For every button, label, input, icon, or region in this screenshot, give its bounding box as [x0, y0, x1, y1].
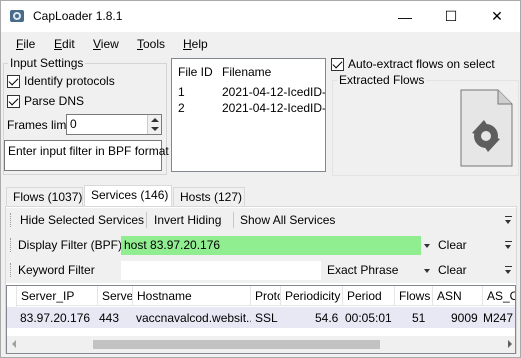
toolbar-grip[interactable] — [10, 238, 13, 252]
scroll-left-icon[interactable] — [12, 340, 16, 348]
window-title: CapLoader 1.8.1 — [33, 9, 123, 23]
horizontal-scrollbar[interactable] — [7, 336, 515, 353]
cell-flows: 51 — [412, 311, 426, 325]
filename-cell[interactable]: 2021-04-12-IcedID-inf — [222, 85, 325, 99]
frames-limit-spin[interactable] — [147, 115, 161, 134]
hide-selected-services-button[interactable]: Hide Selected Services — [20, 213, 144, 227]
invert-hiding-button[interactable]: Invert Hiding — [154, 213, 221, 227]
cell-periodicity: 54.6 — [315, 311, 339, 325]
file-id-cell[interactable]: 2 — [178, 101, 185, 115]
show-all-services-button[interactable]: Show All Services — [240, 213, 335, 227]
auto-extract-label: Auto-extract flows on select — [348, 57, 495, 71]
identify-protocols-checkbox[interactable] — [7, 75, 20, 88]
identify-protocols-label: Identify protocols — [24, 74, 115, 88]
column-header-server-ip[interactable]: Server_IP — [17, 286, 98, 306]
maximize-button[interactable]: ☐ — [428, 1, 474, 32]
cell-server-port: 443 — [99, 311, 120, 325]
menu-file[interactable]: File — [16, 37, 35, 51]
column-header-periodicity[interactable]: Periodicity — [281, 286, 343, 306]
cell-as-org: M247 L — [483, 311, 515, 325]
input-settings-title: Input Settings — [8, 56, 86, 70]
scrollbar-thumb[interactable] — [93, 340, 380, 349]
toolbar-overflow-icon[interactable] — [504, 214, 513, 228]
caploader-app-icon — [10, 10, 24, 22]
maximize-icon: ☐ — [444, 8, 458, 24]
keyword-filter-input[interactable] — [121, 261, 321, 280]
cell-period: 00:05:01 — [345, 311, 392, 325]
display-filter-clear-button[interactable]: Clear — [438, 238, 467, 252]
display-filter-label: Display Filter (BPF) — [18, 238, 123, 252]
filename-header[interactable]: Filename — [222, 65, 271, 79]
toolbar-separator — [146, 212, 147, 228]
tab-flows[interactable]: Flows (1037) — [6, 187, 83, 207]
file-id-cell[interactable]: 1 — [178, 85, 185, 99]
close-icon: ✕ — [491, 8, 503, 24]
spin-up-icon[interactable] — [151, 118, 159, 122]
bpf-filter-input[interactable]: Enter input filter in BPF format — [4, 140, 169, 171]
cell-protocol: SSL — [255, 311, 278, 325]
file-id-header[interactable]: File ID — [178, 65, 213, 79]
keyword-filter-label: Keyword Filter — [18, 263, 95, 277]
display-filter-dropdown-icon[interactable] — [424, 244, 430, 248]
display-filter-toolbar: Display Filter (BPF) host 83.97.20.176 C… — [6, 233, 516, 258]
spin-down-icon[interactable] — [151, 127, 159, 131]
toolbar-grip[interactable] — [10, 263, 13, 277]
parse-dns-label: Parse DNS — [24, 94, 85, 108]
extracted-flow-document-icon[interactable] — [460, 89, 513, 167]
menu-tools[interactable]: Tools — [137, 37, 165, 51]
scroll-right-icon[interactable] — [508, 340, 512, 348]
view-tabs: Flows (1037) Services (146) Hosts (127) — [1, 185, 520, 208]
display-filter-value: host 83.97.20.176 — [124, 238, 221, 252]
app-window: CapLoader 1.8.1 — ☐ ✕ File Edit View Too… — [0, 0, 521, 358]
menu-bar: File Edit View Tools Help — [1, 33, 520, 55]
parse-dns-checkbox[interactable] — [7, 95, 20, 108]
keyword-match-mode-value: Exact Phrase — [327, 263, 399, 277]
menu-view[interactable]: View — [93, 37, 119, 51]
file-list[interactable]: File ID Filename 1 2021-04-12-IcedID-inf… — [171, 58, 326, 172]
table-row[interactable]: 83.97.20.176 443 vaccnavalcod.websit... … — [7, 307, 515, 328]
column-header-flows[interactable]: Flows — [395, 286, 433, 306]
services-grid[interactable]: Server_IP Serve Hostname Proto Periodici… — [6, 285, 516, 354]
extracted-flows-title: Extracted Flows — [337, 73, 427, 87]
minimize-icon: — — [398, 8, 412, 25]
column-header-server-port[interactable]: Serve — [98, 286, 133, 306]
keyword-filter-clear-button[interactable]: Clear — [438, 263, 467, 277]
menu-help[interactable]: Help — [183, 37, 208, 51]
toolbar-separator — [233, 212, 234, 228]
column-header-as-org[interactable]: AS_Or — [483, 286, 515, 306]
frames-limit-value: 0 — [70, 117, 77, 131]
column-header-asn[interactable]: ASN — [433, 286, 483, 306]
toolbar-overflow-icon[interactable] — [504, 264, 513, 278]
minimize-button[interactable]: — — [382, 1, 428, 32]
title-bar: CapLoader 1.8.1 — ☐ ✕ — [1, 1, 520, 32]
frames-limit-label: Frames limit — [7, 118, 73, 132]
cell-asn: 9009 — [451, 311, 478, 325]
keyword-filter-toolbar: Keyword Filter Exact Phrase Clear — [6, 258, 516, 283]
service-actions-toolbar: Hide Selected Services Invert Hiding Sho… — [6, 208, 516, 233]
keyword-mode-dropdown-icon[interactable] — [424, 269, 430, 273]
auto-extract-checkbox[interactable] — [331, 58, 344, 71]
close-button[interactable]: ✕ — [474, 1, 520, 32]
bpf-filter-placeholder: Enter input filter in BPF format — [8, 144, 169, 158]
toolbar-overflow-icon[interactable] — [504, 239, 513, 253]
frames-limit-stepper[interactable]: 0 — [66, 114, 162, 135]
filename-cell[interactable]: 2021-04-12-IcedID-inf — [222, 101, 325, 115]
column-header-hostname[interactable]: Hostname — [133, 286, 251, 306]
tab-hosts[interactable]: Hosts (127) — [173, 187, 245, 207]
menu-edit[interactable]: Edit — [54, 37, 75, 51]
column-header-period[interactable]: Period — [343, 286, 395, 306]
display-filter-input[interactable]: host 83.97.20.176 — [121, 236, 421, 255]
keyword-match-mode-select[interactable]: Exact Phrase — [322, 261, 435, 280]
toolbar-grip[interactable] — [10, 213, 13, 227]
cell-hostname: vaccnavalcod.websit... — [136, 311, 251, 325]
tab-services[interactable]: Services (146) — [84, 185, 172, 208]
column-header-protocol[interactable]: Proto — [251, 286, 281, 306]
cell-server-ip: 83.97.20.176 — [20, 311, 91, 325]
